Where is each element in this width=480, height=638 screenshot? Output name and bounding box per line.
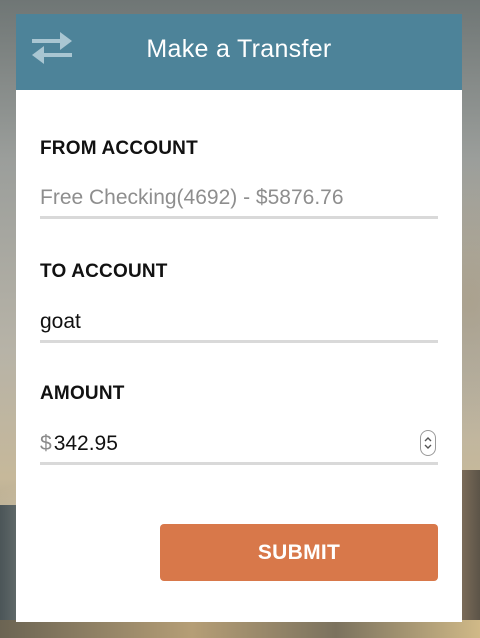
- background-ground: [0, 620, 480, 638]
- transfer-card: Make a Transfer FROM ACCOUNT Free Checki…: [16, 14, 462, 622]
- from-account-value: Free Checking(4692) - $5876.76: [40, 186, 344, 209]
- stepper-up-icon: [424, 437, 432, 442]
- to-account-input[interactable]: goat: [40, 304, 438, 343]
- submit-button[interactable]: SUBMIT: [160, 524, 438, 581]
- from-account-select[interactable]: Free Checking(4692) - $5876.76: [40, 180, 438, 219]
- background-building-right: [462, 470, 480, 638]
- to-account-value: goat: [40, 310, 81, 333]
- amount-value: 342.95: [53, 432, 118, 455]
- currency-symbol: $: [40, 432, 52, 455]
- from-account-field: FROM ACCOUNT Free Checking(4692) - $5876…: [40, 138, 438, 219]
- amount-input[interactable]: $ 342.95: [40, 426, 438, 465]
- card-header: Make a Transfer: [16, 14, 462, 90]
- from-account-label: FROM ACCOUNT: [40, 138, 198, 159]
- amount-label: AMOUNT: [40, 383, 125, 404]
- page-title: Make a Transfer: [146, 35, 332, 63]
- to-account-label: TO ACCOUNT: [40, 261, 168, 282]
- stepper-down-icon: [424, 444, 432, 449]
- amount-stepper[interactable]: [420, 430, 436, 456]
- to-account-field: TO ACCOUNT goat: [40, 261, 438, 343]
- amount-field: AMOUNT $ 342.95: [40, 383, 438, 465]
- background-building-left: [0, 505, 16, 638]
